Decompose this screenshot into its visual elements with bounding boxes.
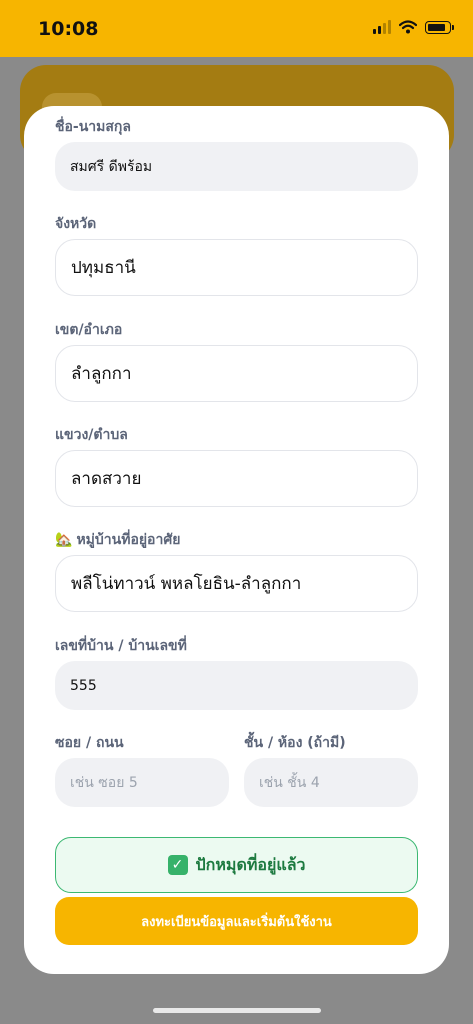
house-no-value: 555 xyxy=(70,677,97,694)
check-icon: ✓ xyxy=(167,855,188,875)
fullname-value: สมศรี ดีพร้อม xyxy=(70,158,153,175)
pinned-location-label: ปักหมุดที่อยู่แล้ว xyxy=(195,854,306,874)
province-field[interactable]: ปทุมธานี xyxy=(55,239,418,296)
province-value: ปทุมธานี xyxy=(71,258,136,278)
floor-label: ชั้น / ห้อง (ถ้ามี) xyxy=(244,735,346,751)
fullname-label: ชื่อ-นามสกุล xyxy=(55,119,131,135)
home-indicator[interactable] xyxy=(153,1008,321,1013)
register-submit-label: ลงทะเบียนข้อมูลและเริ่มต้นใช้งาน xyxy=(141,914,332,930)
floor-field[interactable]: เช่น ชั้น 4 xyxy=(244,758,418,807)
subdistrict-label: แขวง/ตำบล xyxy=(55,427,128,443)
cellular-signal-icon xyxy=(373,20,391,34)
registration-modal: ชื่อ-นามสกุล สมศรี ดีพร้อม จังหวัด ปทุมธ… xyxy=(24,106,449,974)
subdistrict-value: ลาดสวาย xyxy=(71,469,142,489)
soi-label: ซอย / ถนน xyxy=(55,735,124,751)
district-field[interactable]: ลำลูกกา xyxy=(55,345,418,402)
fullname-field[interactable]: สมศรี ดีพร้อม xyxy=(55,142,418,191)
village-label: 🏡 หมู่บ้านที่อยู่อาศัย xyxy=(55,529,180,551)
soi-field[interactable]: เช่น ซอย 5 xyxy=(55,758,229,807)
province-label: จังหวัด xyxy=(55,216,97,232)
register-submit-button[interactable]: ลงทะเบียนข้อมูลและเริ่มต้นใช้งาน xyxy=(55,897,418,945)
district-label: เขต/อำเภอ xyxy=(55,322,123,338)
house-no-label: เลขที่บ้าน / บ้านเลขที่ xyxy=(55,638,187,654)
pinned-location-button[interactable]: ✓ ปักหมุดที่อยู่แล้ว xyxy=(55,837,418,893)
house-icon: 🏡 xyxy=(55,532,73,548)
village-label-text: หมู่บ้านที่อยู่อาศัย xyxy=(76,532,181,548)
battery-icon xyxy=(425,20,454,34)
soi-placeholder: เช่น ซอย 5 xyxy=(70,774,138,791)
subdistrict-field[interactable]: ลาดสวาย xyxy=(55,450,418,507)
status-time: 10:08 xyxy=(38,18,99,40)
status-icons xyxy=(373,20,454,34)
village-value: พลีโน่ทาวน์ พหลโยธิน-ลำลูกกา xyxy=(71,574,302,594)
floor-placeholder: เช่น ชั้น 4 xyxy=(259,774,320,791)
house-no-field[interactable]: 555 xyxy=(55,661,418,710)
wifi-icon xyxy=(399,20,417,34)
status-bar: 10:08 xyxy=(0,0,473,57)
district-value: ลำลูกกา xyxy=(71,364,132,384)
village-field[interactable]: พลีโน่ทาวน์ พหลโยธิน-ลำลูกกา xyxy=(55,555,418,612)
